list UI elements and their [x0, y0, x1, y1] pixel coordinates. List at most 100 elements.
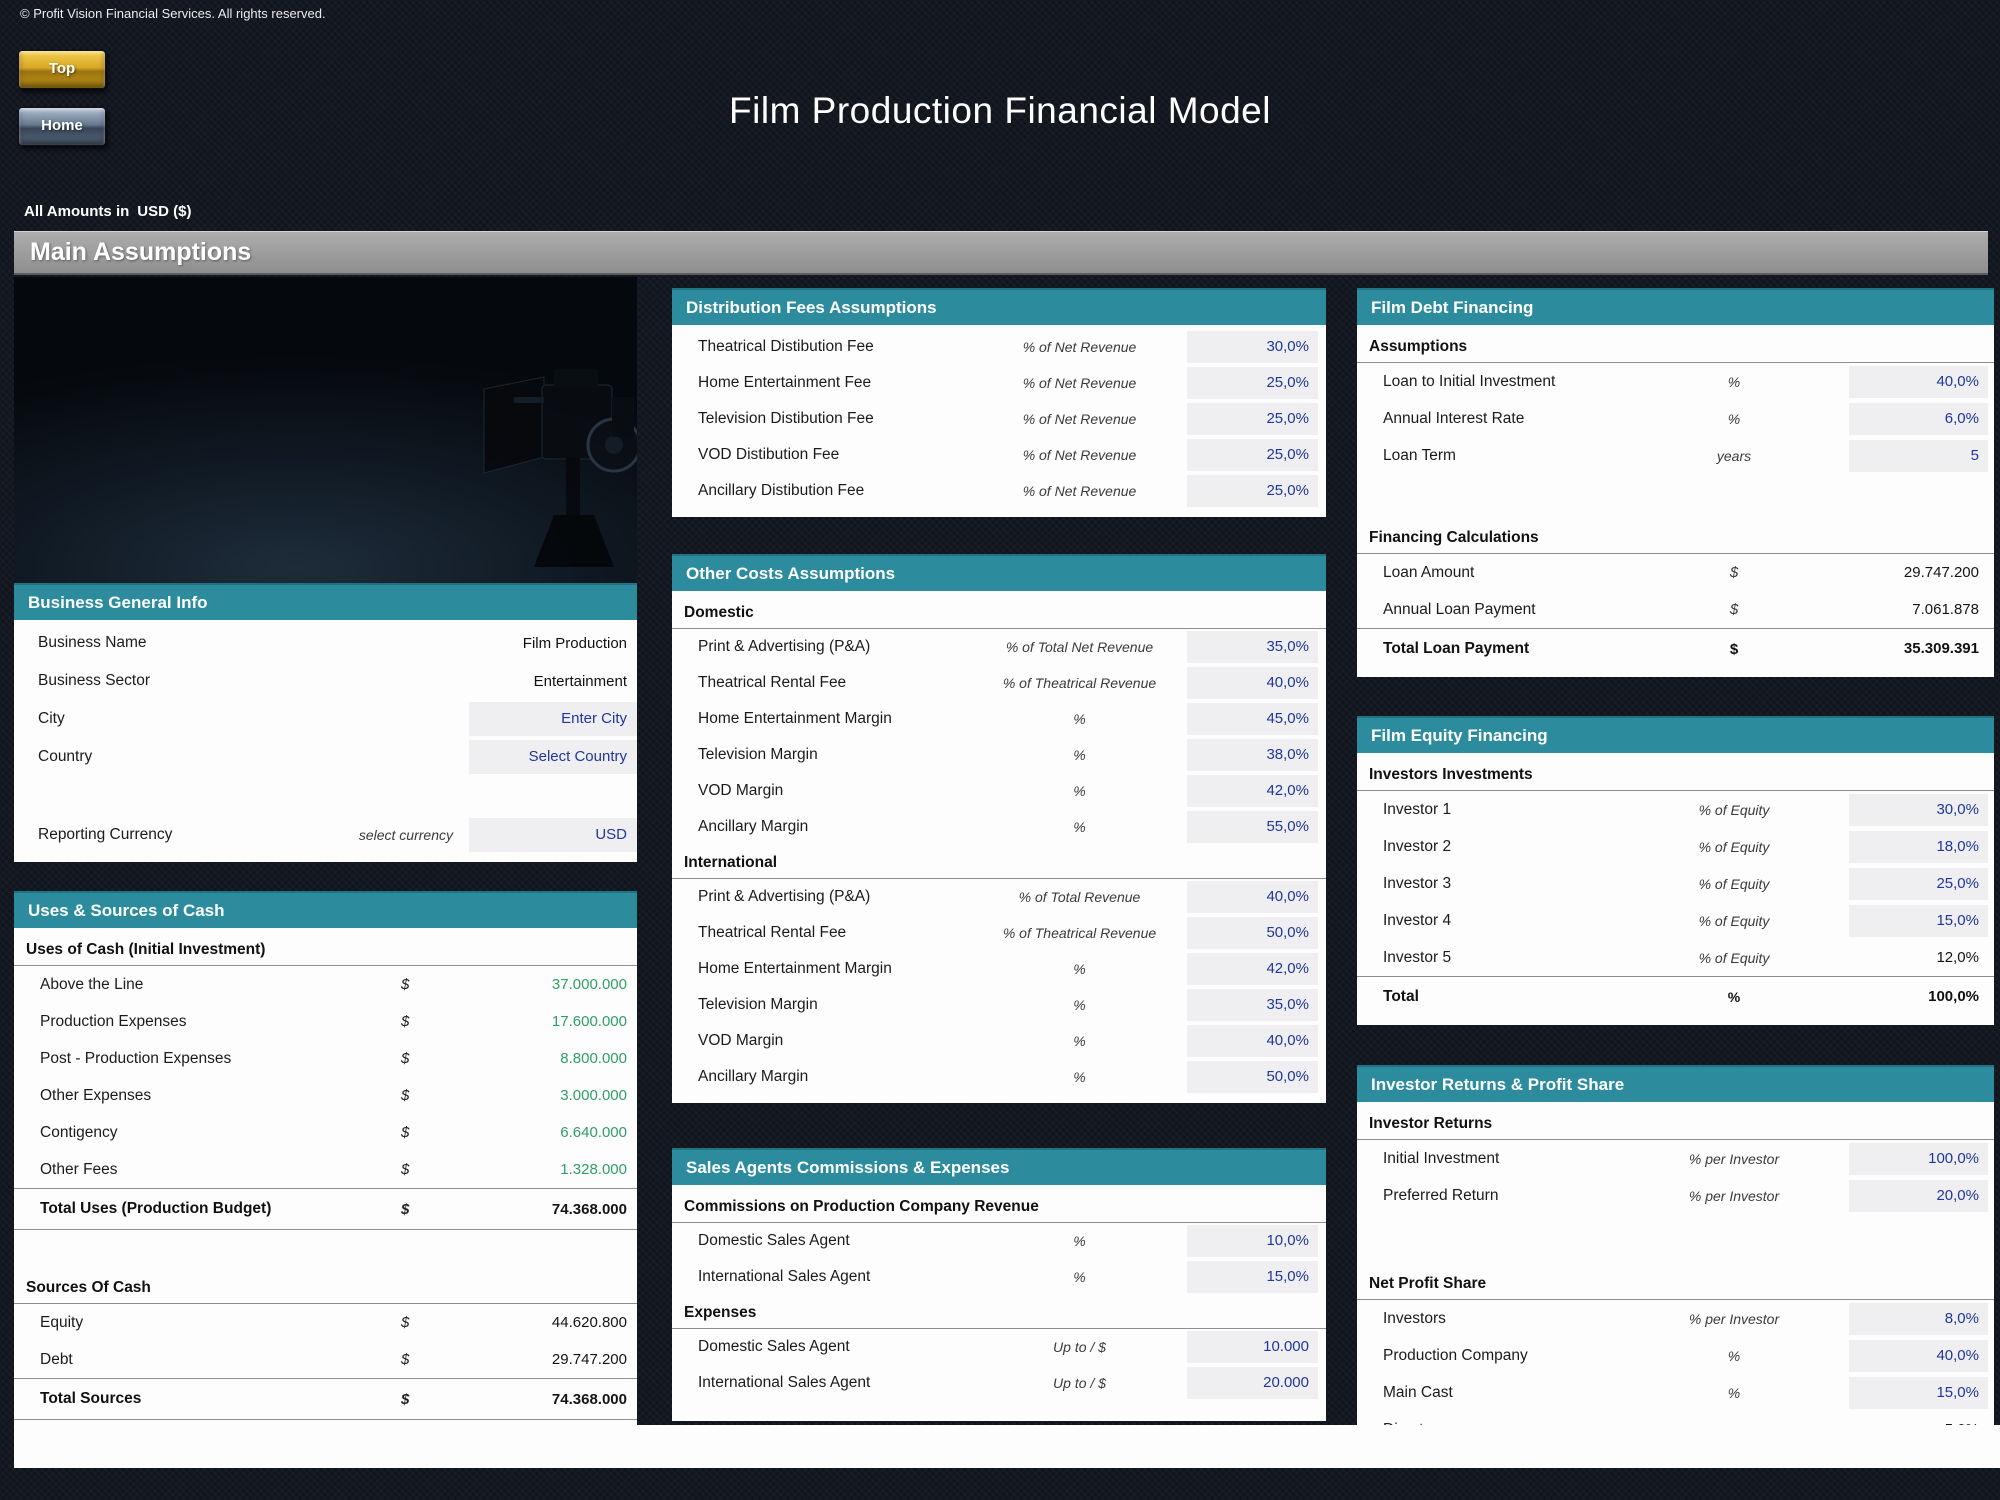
input-cell[interactable]: 40,0% — [1849, 366, 1988, 398]
input-cell[interactable]: 25,0% — [1187, 475, 1318, 507]
row-label: Reporting Currency — [38, 826, 283, 844]
row-label: Annual Loan Payment — [1383, 601, 1619, 619]
row-label: Preferred Return — [1383, 1187, 1619, 1205]
input-cell[interactable]: 20,0% — [1849, 1180, 1988, 1212]
row-label: Other Fees — [40, 1161, 401, 1179]
row-unit: % of Total Net Revenue — [972, 639, 1187, 655]
input-cell[interactable]: 35,0% — [1187, 631, 1318, 663]
table-row: Annual Interest Rate % 6,0% — [1357, 400, 1994, 437]
row-label: International Sales Agent — [698, 1268, 972, 1286]
input-cell[interactable]: 20.000 — [1187, 1367, 1318, 1399]
row-unit: % — [972, 1069, 1187, 1085]
input-cell[interactable]: 45,0% — [1187, 703, 1318, 735]
input-cell[interactable]: 8.800.000 — [427, 1050, 637, 1067]
spacer-row — [1357, 1214, 1994, 1266]
input-cell[interactable]: 35,0% — [1187, 989, 1318, 1021]
table-row: Other Fees $ 1.328.000 — [14, 1151, 637, 1188]
panel-title: Film Equity Financing — [1357, 716, 1994, 753]
input-cell[interactable]: USD — [469, 818, 637, 852]
panel-uses-sources-of-cash: Uses & Sources of Cash Uses of Cash (Ini… — [14, 891, 637, 1428]
top-button[interactable]: Top — [18, 50, 106, 89]
input-cell[interactable]: 40,0% — [1849, 1340, 1988, 1372]
row-label: Main Cast — [1383, 1384, 1619, 1402]
input-cell[interactable]: 10.000 — [1187, 1331, 1318, 1363]
currency-symbol: $ — [401, 1013, 427, 1030]
input-cell[interactable]: 5 — [1849, 440, 1988, 472]
input-cell[interactable]: 30,0% — [1187, 331, 1318, 363]
panel-investor-returns: Investor Returns & Profit Share Investor… — [1357, 1065, 1994, 1462]
input-cell[interactable]: 37.000.000 — [427, 976, 637, 993]
input-cell[interactable]: 50,0% — [1187, 1061, 1318, 1093]
input-cell[interactable]: 18,0% — [1849, 831, 1988, 863]
row-label: Investor 2 — [1383, 838, 1619, 856]
input-cell[interactable]: 40,0% — [1187, 1025, 1318, 1057]
section-header: Expenses — [672, 1295, 1326, 1329]
currency-symbol: $ — [401, 1201, 427, 1218]
table-row: Investors % per Investor 8,0% — [1357, 1300, 1994, 1337]
row-unit: % — [972, 819, 1187, 835]
input-cell[interactable]: 25,0% — [1849, 868, 1988, 900]
section-header: Domestic — [672, 595, 1326, 629]
row-label: Annual Interest Rate — [1383, 410, 1619, 428]
input-cell[interactable]: 15,0% — [1849, 905, 1988, 937]
input-cell[interactable]: 25,0% — [1187, 403, 1318, 435]
row-label: Theatrical Rental Fee — [698, 674, 972, 692]
input-cell[interactable]: 10,0% — [1187, 1225, 1318, 1257]
input-cell[interactable]: Select Country — [469, 740, 637, 774]
currency-symbol: $ — [401, 1391, 427, 1408]
table-row: Investor 5 % of Equity 12,0% — [1357, 939, 1994, 976]
row-unit: % — [972, 747, 1187, 763]
input-cell[interactable]: 17.600.000 — [427, 1013, 637, 1030]
table-row: Theatrical Rental Fee % of Theatrical Re… — [672, 915, 1326, 951]
table-row: Ancillary Margin % 55,0% — [672, 809, 1326, 845]
value-cell: 12,0% — [1849, 942, 1988, 974]
row-label: VOD Margin — [698, 782, 972, 800]
table-row: Preferred Return % per Investor 20,0% — [1357, 1177, 1994, 1214]
input-cell[interactable]: 40,0% — [1187, 881, 1318, 913]
input-cell[interactable]: 8,0% — [1849, 1303, 1988, 1335]
row-label: Home Entertainment Margin — [698, 960, 972, 978]
input-cell[interactable]: Enter City — [469, 702, 637, 736]
table-row: Equity $ 44.620.800 — [14, 1304, 637, 1341]
value-cell: 44.620.800 — [427, 1314, 637, 1331]
value-cell: 74.368.000 — [427, 1391, 637, 1408]
section-header: Investor Returns — [1357, 1106, 1994, 1140]
table-row: Business Sector Entertainment — [14, 662, 637, 700]
input-cell[interactable]: 25,0% — [1187, 367, 1318, 399]
input-cell[interactable]: 6,0% — [1849, 403, 1988, 435]
input-cell[interactable]: 42,0% — [1187, 775, 1318, 807]
row-label: Initial Investment — [1383, 1150, 1619, 1168]
section-header: Assumptions — [1357, 329, 1994, 363]
value-cell[interactable]: Entertainment — [469, 673, 637, 690]
table-row: Loan Amount $ 29.747.200 — [1357, 554, 1994, 591]
row-label: Ancillary Margin — [698, 1068, 972, 1086]
input-cell[interactable]: 15,0% — [1187, 1261, 1318, 1293]
input-cell[interactable]: 3.000.000 — [427, 1087, 637, 1104]
input-cell[interactable]: 55,0% — [1187, 811, 1318, 843]
row-label: Loan Term — [1383, 447, 1619, 465]
section-header: Sources Of Cash — [14, 1270, 637, 1304]
input-cell[interactable]: 6.640.000 — [427, 1124, 637, 1141]
input-cell[interactable]: 15,0% — [1849, 1377, 1988, 1409]
input-cell[interactable]: 42,0% — [1187, 953, 1318, 985]
table-row: Home Entertainment Margin % 42,0% — [672, 951, 1326, 987]
table-row: Production Expenses $ 17.600.000 — [14, 1003, 637, 1040]
input-cell[interactable]: 40,0% — [1187, 667, 1318, 699]
input-cell[interactable]: 38,0% — [1187, 739, 1318, 771]
panel-title: Business General Info — [14, 583, 637, 620]
panel-title: Other Costs Assumptions — [672, 554, 1326, 591]
table-row: International Sales Agent Up to / $ 20.0… — [672, 1365, 1326, 1401]
input-cell[interactable]: 1.328.000 — [427, 1161, 637, 1178]
input-cell[interactable]: 25,0% — [1187, 439, 1318, 471]
row-label: Total — [1383, 988, 1619, 1006]
table-row: Home Entertainment Fee % of Net Revenue … — [672, 365, 1326, 401]
section-header: Uses of Cash (Initial Investment) — [14, 932, 637, 966]
value-cell[interactable]: Film Production — [469, 635, 637, 652]
input-cell[interactable]: 50,0% — [1187, 917, 1318, 949]
section-header: Financing Calculations — [1357, 520, 1994, 554]
amounts-note-currency: USD ($) — [137, 203, 191, 220]
row-unit: % of Net Revenue — [972, 375, 1187, 391]
input-cell[interactable]: 30,0% — [1849, 794, 1988, 826]
panel-film-debt-financing: Film Debt Financing Assumptions Loan to … — [1357, 288, 1994, 677]
input-cell[interactable]: 100,0% — [1849, 1143, 1988, 1175]
